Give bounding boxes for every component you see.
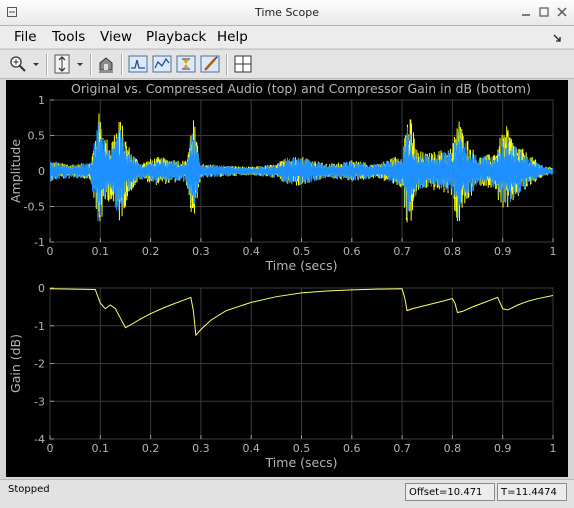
y-tick-label: 0 bbox=[38, 282, 45, 295]
scale-axes-icon[interactable] bbox=[52, 54, 72, 74]
x-tick-label: 1 bbox=[550, 442, 557, 455]
triggers-icon[interactable] bbox=[128, 54, 148, 74]
x-axis-label: Time (secs) bbox=[265, 258, 338, 273]
dropdown-arrow-icon[interactable] bbox=[74, 54, 86, 74]
x-tick-label: 0.6 bbox=[343, 442, 361, 455]
y-tick-label: -1 bbox=[34, 236, 45, 249]
x-tick-label: 0.7 bbox=[393, 245, 411, 258]
x-tick-label: 0.7 bbox=[393, 442, 411, 455]
restore-view-icon[interactable] bbox=[96, 54, 116, 74]
window-titlebar: Time Scope bbox=[0, 0, 574, 26]
cursor-measurements-icon[interactable] bbox=[152, 54, 172, 74]
toolbar-separator bbox=[121, 54, 123, 75]
minimize-icon[interactable] bbox=[520, 6, 532, 18]
status-offset: Offset=10.471 bbox=[405, 483, 495, 501]
x-tick-label: 0.8 bbox=[444, 442, 462, 455]
maximize-icon[interactable] bbox=[538, 6, 550, 18]
y-tick-label: -1 bbox=[34, 320, 45, 333]
x-tick-label: 0.4 bbox=[242, 245, 260, 258]
menu-tools[interactable]: Tools bbox=[52, 29, 85, 45]
x-tick-label: 0 bbox=[47, 245, 54, 258]
y-tick-label: 0.5 bbox=[28, 130, 46, 143]
figure-title: Original vs. Compressed Audio (top) and … bbox=[71, 81, 531, 96]
undock-icon[interactable] bbox=[552, 32, 562, 47]
x-axis-label: Time (secs) bbox=[265, 455, 338, 470]
signal-statistics-icon[interactable] bbox=[176, 54, 196, 74]
x-tick-label: 0.5 bbox=[293, 442, 311, 455]
y-tick-label: -0.5 bbox=[24, 201, 45, 214]
toolbar bbox=[0, 49, 574, 79]
x-tick-label: 1 bbox=[550, 245, 557, 258]
axes-1: 0 0.1 0.2 0.3 0.4 0.5 0.6 0.7 0.8 0.9 1 0 -1 -2 -3 -4 Ti… bbox=[8, 282, 557, 470]
x-tick-label: 0.2 bbox=[142, 245, 160, 258]
axes-0: 0 0.1 0.2 0.3 0.4 0.5 0.6 0.7 0.8 0.9 1 1 0.5 0 -0.5 -1… bbox=[8, 94, 557, 273]
zoom-in-icon[interactable] bbox=[8, 54, 28, 74]
layout-icon[interactable] bbox=[233, 54, 253, 74]
x-tick-label: 0.8 bbox=[444, 245, 462, 258]
x-tick-label: 0.3 bbox=[192, 442, 210, 455]
y-tick-label: -2 bbox=[34, 358, 45, 371]
x-tick-label: 0.5 bbox=[293, 245, 311, 258]
y-tick-label: 0 bbox=[38, 165, 45, 178]
menu-help[interactable]: Help bbox=[217, 29, 248, 45]
y-axis-label: Amplitude bbox=[8, 139, 23, 203]
x-tick-label: 0.1 bbox=[92, 442, 110, 455]
window-title: Time Scope bbox=[255, 6, 319, 19]
y-tick-label: -4 bbox=[34, 433, 45, 446]
x-tick-label: 0.9 bbox=[494, 245, 512, 258]
menu-file[interactable]: File bbox=[14, 29, 37, 45]
menu-view[interactable]: View bbox=[100, 29, 132, 45]
scope-display: Original vs. Compressed Audio (top) and … bbox=[6, 80, 568, 477]
y-axis-label: Gain (dB) bbox=[8, 334, 23, 393]
menu-playback[interactable]: Playback bbox=[146, 29, 206, 45]
status-state: Stopped bbox=[8, 484, 50, 495]
toolbar-separator bbox=[90, 54, 92, 75]
x-tick-label: 0.6 bbox=[343, 245, 361, 258]
x-tick-label: 0.3 bbox=[192, 245, 210, 258]
status-time: T=11.4474 bbox=[497, 483, 567, 501]
y-tick-label: -3 bbox=[34, 395, 45, 408]
dropdown-arrow-icon[interactable] bbox=[30, 54, 42, 74]
menu-bar: File Tools View Playback Help bbox=[0, 26, 574, 48]
status-bar: Stopped Offset=10.471 T=11.4474 bbox=[0, 479, 574, 508]
x-tick-label: 0.9 bbox=[494, 442, 512, 455]
toolbar-separator bbox=[46, 54, 48, 75]
x-tick-label: 0 bbox=[47, 442, 54, 455]
x-tick-label: 0.1 bbox=[92, 245, 110, 258]
close-icon[interactable] bbox=[556, 6, 568, 18]
toolbar-separator bbox=[226, 54, 228, 75]
peak-finder-icon[interactable] bbox=[200, 54, 220, 74]
x-tick-label: 0.4 bbox=[242, 442, 260, 455]
scope-plots: Original vs. Compressed Audio (top) and … bbox=[8, 81, 557, 470]
y-tick-label: 1 bbox=[38, 94, 45, 107]
x-tick-label: 0.2 bbox=[142, 442, 160, 455]
